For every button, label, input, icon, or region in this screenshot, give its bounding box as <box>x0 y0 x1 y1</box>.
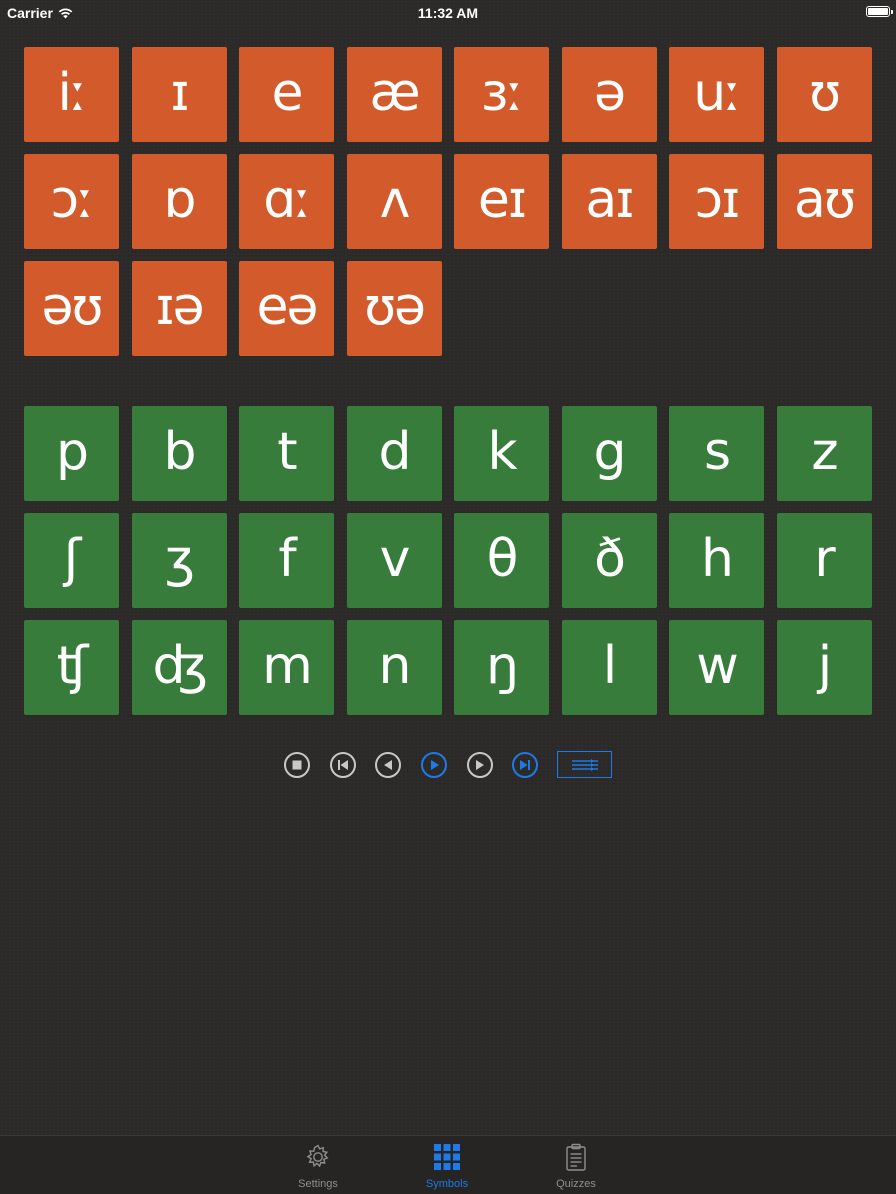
tab-quizzes-label: Quizzes <box>556 1178 596 1190</box>
stop-icon <box>292 760 302 770</box>
consonant-tile[interactable]: p <box>24 406 119 501</box>
consonant-tile[interactable]: l <box>561 620 657 715</box>
playback-controls <box>0 750 896 782</box>
consonant-tile[interactable]: ʧ <box>24 620 119 715</box>
consonant-tile[interactable]: b <box>131 406 227 501</box>
consonant-tile[interactable]: r <box>776 513 872 608</box>
vowel-tile[interactable]: ʊə <box>346 261 442 356</box>
vowel-tile[interactable]: æ <box>346 47 442 142</box>
consonant-tile[interactable]: m <box>239 620 334 715</box>
tab-symbols[interactable]: Symbols <box>397 1142 497 1190</box>
consonant-tile[interactable]: f <box>239 513 334 608</box>
tab-bar: Settings Symbols Quizzes <box>0 1135 896 1194</box>
tab-settings-label: Settings <box>298 1178 338 1190</box>
vowel-tile[interactable]: ɒ <box>131 154 227 249</box>
clipboard-icon <box>561 1142 591 1172</box>
consonant-tile[interactable]: n <box>346 620 442 715</box>
vowel-tile[interactable]: e <box>239 47 334 142</box>
consonant-tile[interactable]: θ <box>454 513 549 608</box>
vowel-grid: iː ɪ e æ ɜː ə uː ʊ ɔː ɒ ɑː ʌ eɪ aɪ ɔɪ aʊ əʊ ɪə eə ʊə <box>24 47 872 356</box>
consonant-grid: pbtdkgsz ʃʒfvθðhr ʧʤmnŋlwj <box>24 406 872 715</box>
consonant-tile[interactable]: s <box>669 406 764 501</box>
play-button[interactable] <box>421 752 447 778</box>
consonant-tile[interactable]: ʒ <box>131 513 227 608</box>
status-bar: Carrier 11:32 AM <box>0 0 896 26</box>
skip-to-start-button[interactable] <box>330 752 356 778</box>
previous-button[interactable] <box>375 752 401 778</box>
consonant-tile[interactable]: k <box>454 406 549 501</box>
vowel-tile[interactable]: ʊ <box>776 47 872 142</box>
vowel-tile[interactable]: aʊ <box>776 154 872 249</box>
grid-icon <box>432 1142 462 1172</box>
vowel-tile[interactable]: ə <box>561 47 657 142</box>
vowel-tile[interactable]: iː <box>24 47 119 142</box>
consonant-tile[interactable]: ŋ <box>454 620 549 715</box>
consonant-tile[interactable]: w <box>669 620 764 715</box>
vowel-tile[interactable]: aɪ <box>561 154 657 249</box>
play-icon <box>431 760 439 770</box>
consonant-tile[interactable]: ʤ <box>131 620 227 715</box>
consonant-tile[interactable]: d <box>346 406 442 501</box>
vowel-tile[interactable]: ɜː <box>454 47 549 142</box>
vowel-tile[interactable]: ɪ <box>131 47 227 142</box>
vowel-tile[interactable]: əʊ <box>24 261 119 356</box>
battery-icon <box>866 6 893 17</box>
status-time: 11:32 AM <box>417 5 479 21</box>
consonant-tile[interactable]: ʃ <box>24 513 119 608</box>
tab-symbols-label: Symbols <box>425 1178 469 1190</box>
stop-button[interactable] <box>284 752 310 778</box>
vowel-tile[interactable]: ɔɪ <box>669 154 764 249</box>
next-button[interactable] <box>467 752 493 778</box>
consonant-tile[interactable]: j <box>776 620 872 715</box>
list-settings-button[interactable] <box>557 751 612 778</box>
consonant-tile[interactable]: z <box>776 406 872 501</box>
tab-quizzes[interactable]: Quizzes <box>526 1142 626 1190</box>
consonant-tile[interactable]: v <box>346 513 442 608</box>
vowel-tile[interactable]: ɪə <box>131 261 227 356</box>
list-settings-icon <box>571 758 598 771</box>
vowel-tile[interactable]: ʌ <box>346 154 442 249</box>
previous-icon <box>384 760 392 770</box>
vowel-tile[interactable]: uː <box>669 47 764 142</box>
skip-to-start-icon <box>338 760 348 770</box>
consonant-tile[interactable]: ð <box>561 513 657 608</box>
consonant-tile[interactable]: h <box>669 513 764 608</box>
skip-to-end-icon <box>520 760 530 770</box>
tab-settings[interactable]: Settings <box>268 1142 368 1190</box>
vowel-tile[interactable]: ɑː <box>239 154 334 249</box>
gear-icon <box>303 1142 333 1172</box>
consonant-tile[interactable]: t <box>239 406 334 501</box>
skip-to-end-button[interactable] <box>512 752 538 778</box>
vowel-tile[interactable]: ɔː <box>24 154 119 249</box>
vowel-tile[interactable]: eɪ <box>454 154 549 249</box>
consonant-tile[interactable]: g <box>561 406 657 501</box>
next-icon <box>476 760 484 770</box>
vowel-tile[interactable]: eə <box>239 261 334 356</box>
